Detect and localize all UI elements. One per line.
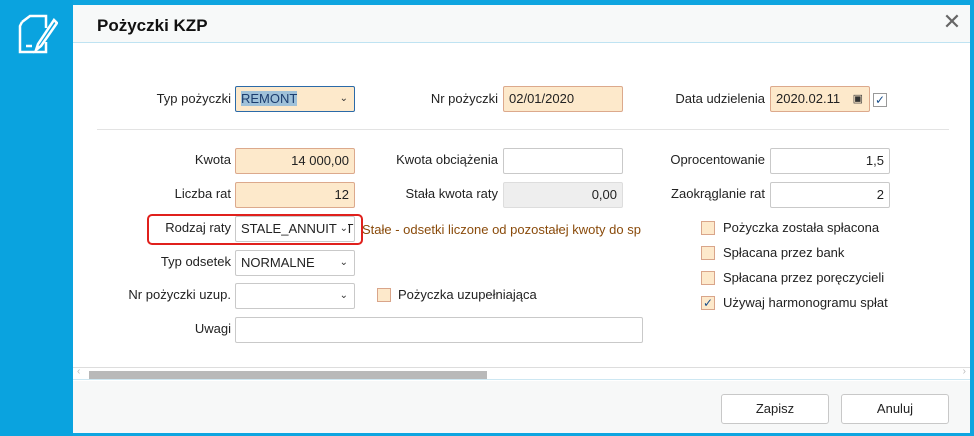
bank-label: Spłacana przez bank: [723, 245, 845, 260]
poreczyciele-checkbox[interactable]: [701, 271, 715, 285]
nr-uzup-select[interactable]: ⌄: [235, 283, 355, 309]
kwota-obciazenia-label: Kwota obciążenia: [396, 152, 498, 167]
cancel-button[interactable]: Anuluj: [841, 394, 949, 424]
data-udzielenia-label: Data udzielenia: [675, 91, 765, 106]
oprocentowanie-input[interactable]: 1,5: [770, 148, 890, 174]
typ-pozyczki-select[interactable]: REMONT ⌄: [235, 86, 355, 112]
splacona-label: Pożyczka została spłacona: [723, 220, 880, 235]
uzupelniajaca-label: Pożyczka uzupełniająca: [398, 287, 537, 302]
horizontal-scrollbar[interactable]: ‹ ›: [73, 366, 970, 380]
poreczyciele-label: Spłacana przez poręczycieli: [723, 270, 885, 285]
kwota-input[interactable]: 14 000,00: [235, 148, 355, 174]
uwagi-label: Uwagi: [194, 321, 231, 336]
kwota-obciazenia-input[interactable]: [503, 148, 623, 174]
uwagi-input[interactable]: [235, 317, 643, 343]
scroll-left-icon[interactable]: ‹: [77, 366, 80, 377]
liczba-rat-input[interactable]: 12: [235, 182, 355, 208]
typ-pozyczki-label: Typ pożyczki: [156, 91, 231, 106]
bank-checkbox[interactable]: [701, 246, 715, 260]
loan-dialog: Pożyczki KZP ✕ Typ pożyczki REMONT ⌄ Nr p…: [73, 5, 970, 433]
typ-odsetek-value: NORMALNE: [241, 255, 315, 270]
dialog-title: Pożyczki KZP: [97, 16, 208, 35]
data-udzielenia-checkbox[interactable]: ✓: [873, 93, 887, 107]
harmonogram-checkbox[interactable]: ✓: [701, 296, 715, 310]
dialog-header: Pożyczki KZP ✕: [73, 5, 970, 43]
date-value: 2020.02.11: [776, 91, 841, 106]
chevron-down-icon: ⌄: [339, 93, 348, 104]
nr-uzup-label: Nr pożyczki uzup.: [128, 287, 231, 302]
nr-pozyczki-label: Nr pożyczki: [430, 91, 498, 106]
oprocentowanie-label: Oprocentowanie: [670, 152, 765, 167]
typ-odsetek-select[interactable]: NORMALNE ⌄: [235, 250, 355, 276]
liczba-rat-label: Liczba rat: [174, 186, 231, 201]
harmonogram-label: Używaj harmonogramu spłat: [723, 295, 888, 310]
uzupelniajaca-checkbox[interactable]: [377, 288, 391, 302]
kwota-label: Kwota: [194, 152, 231, 167]
divider: [97, 129, 949, 130]
zaokraglanie-label: Zaokrąglanie rat: [671, 186, 765, 201]
typ-odsetek-label: Typ odsetek: [160, 254, 231, 269]
chevron-down-icon: ⌄: [339, 290, 348, 301]
stala-kwota-label: Stała kwota raty: [405, 186, 499, 201]
dialog-footer: Zapisz Anuluj: [73, 381, 970, 433]
rodzaj-raty-hint: Stałe - odsetki liczone od pozostałej kw…: [362, 222, 641, 237]
nr-pozyczki-input[interactable]: 02/01/2020: [503, 86, 623, 112]
document-edit-icon: [18, 14, 58, 54]
stala-kwota-input: 0,00: [503, 182, 623, 208]
scrollbar-thumb[interactable]: [89, 371, 487, 379]
zaokraglanie-input[interactable]: 2: [770, 182, 890, 208]
save-button[interactable]: Zapisz: [721, 394, 829, 424]
data-udzielenia-input[interactable]: 2020.02.11 ▣: [770, 86, 870, 112]
scroll-right-icon[interactable]: ›: [963, 366, 966, 377]
rodzaj-raty-select[interactable]: STALE_ANNUITET ⌄: [235, 216, 355, 242]
typ-pozyczki-value: REMONT: [241, 91, 298, 106]
chevron-down-icon: ⌄: [339, 257, 348, 268]
chevron-down-icon: ⌄: [336, 217, 348, 241]
close-icon[interactable]: ✕: [940, 11, 964, 35]
calendar-icon[interactable]: ▣: [853, 87, 863, 111]
rodzaj-raty-label: Rodzaj raty: [165, 220, 231, 235]
app-sidebar: [0, 0, 73, 436]
splacona-checkbox[interactable]: [701, 221, 715, 235]
